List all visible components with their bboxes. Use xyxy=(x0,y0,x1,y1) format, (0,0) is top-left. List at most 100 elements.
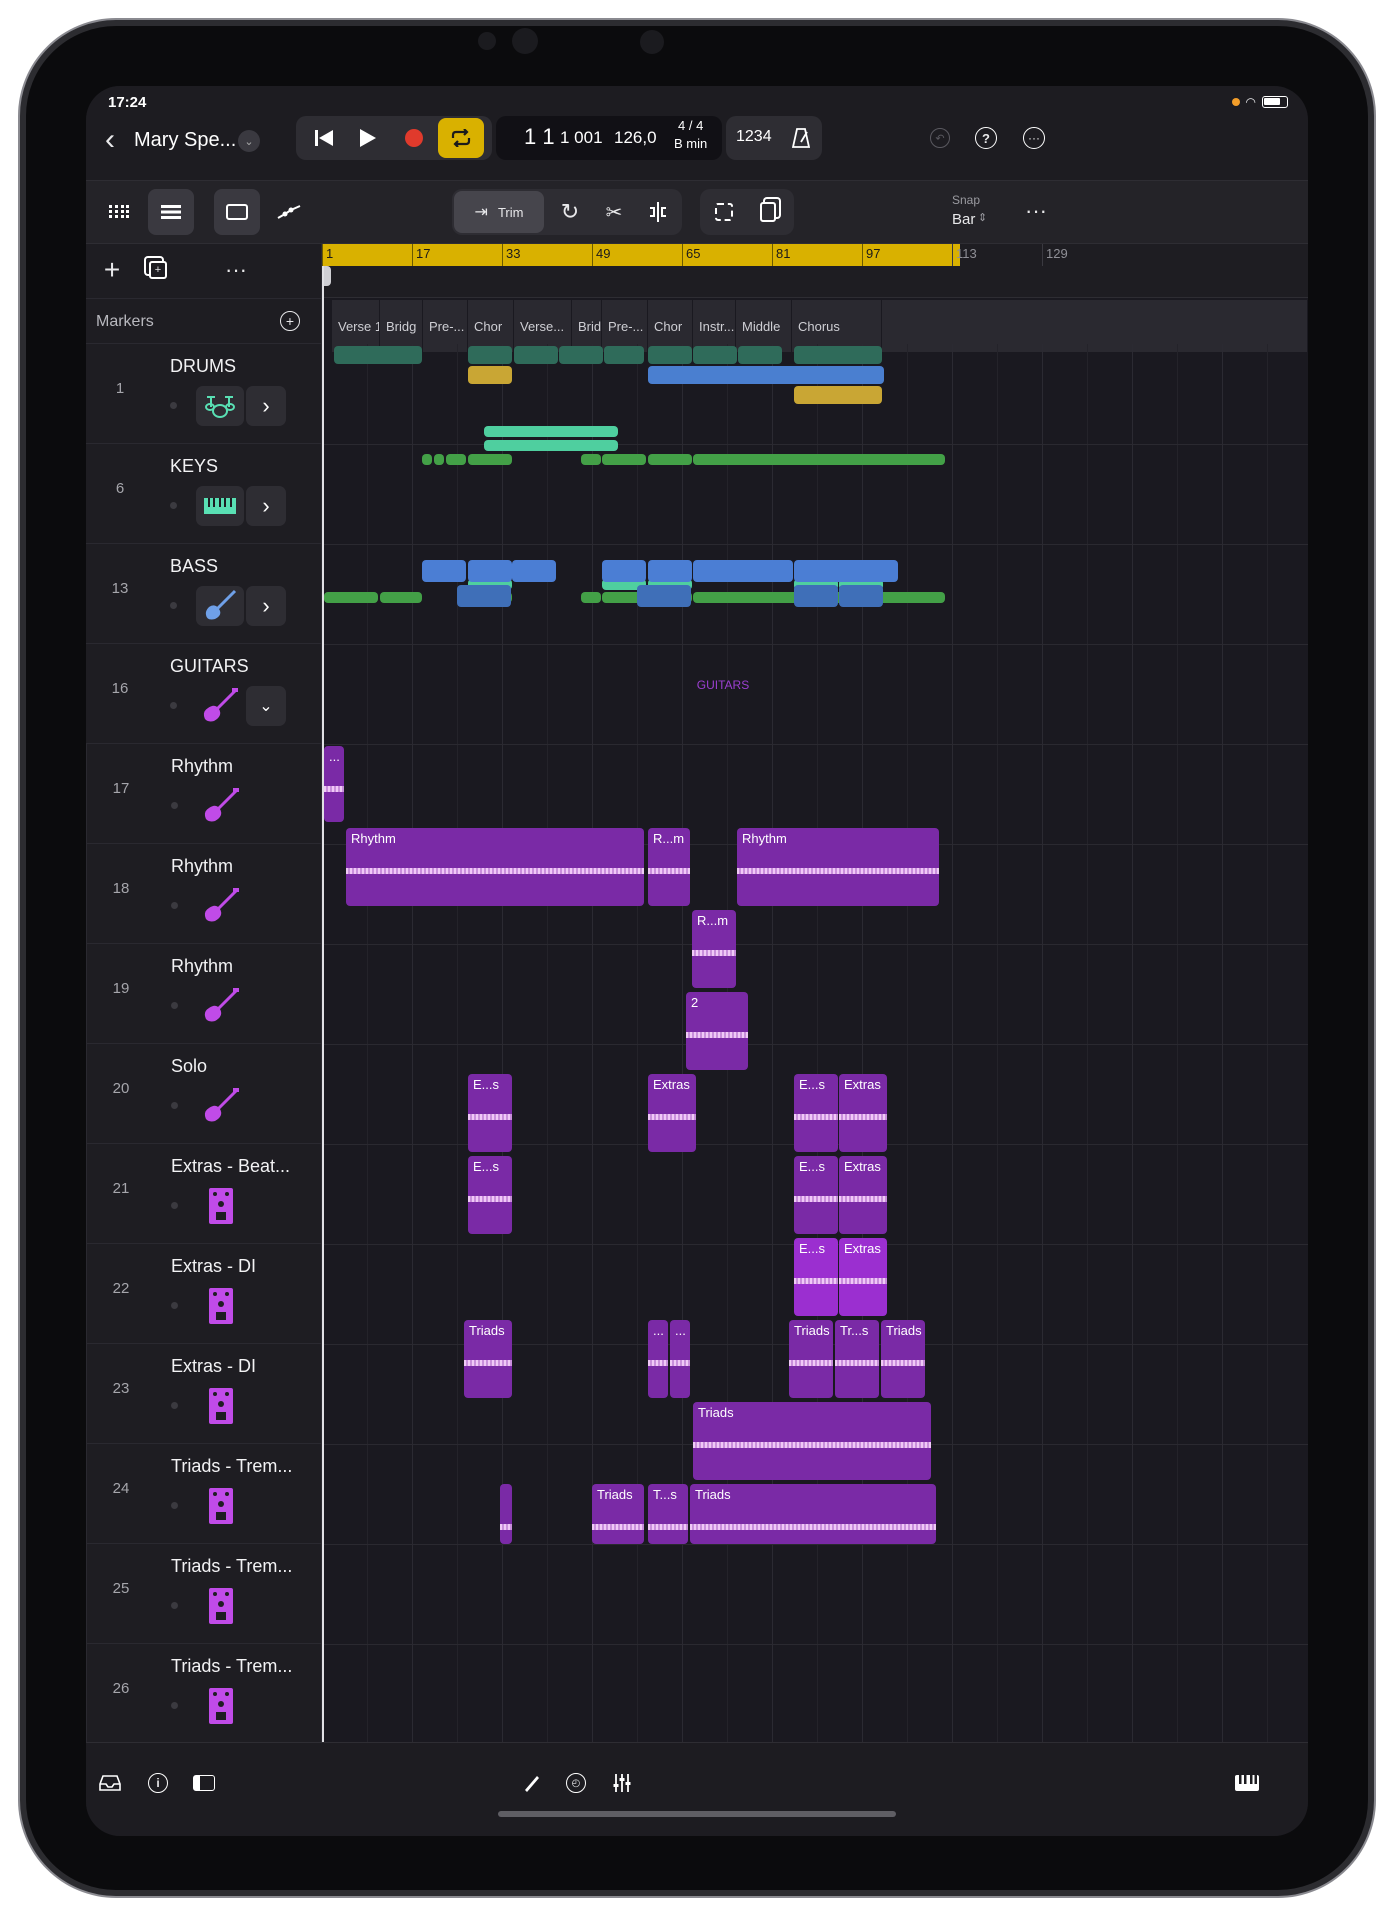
bass-region[interactable] xyxy=(468,560,512,582)
duplicate-icon[interactable]: + xyxy=(138,250,178,290)
cycle-icon[interactable] xyxy=(438,118,484,158)
drum-region[interactable] xyxy=(738,346,782,364)
audio-region[interactable]: E...s xyxy=(794,1238,838,1316)
audio-region[interactable]: T...s xyxy=(648,1484,688,1544)
inbox-icon[interactable] xyxy=(90,1763,130,1803)
keys-region[interactable] xyxy=(484,440,618,451)
audio-region[interactable] xyxy=(500,1484,512,1544)
track-header[interactable]: 23 Extras - DI xyxy=(86,1344,322,1444)
track-header[interactable]: 17 Rhythm xyxy=(86,744,322,844)
bass-region[interactable] xyxy=(512,560,556,582)
drum-region[interactable] xyxy=(604,346,644,364)
keys-region[interactable] xyxy=(446,454,466,465)
audio-region[interactable]: E...s xyxy=(468,1074,512,1152)
track-header[interactable]: 19 Rhythm xyxy=(86,944,322,1044)
guitar-icon[interactable] xyxy=(197,786,245,826)
back-button[interactable]: ‹ xyxy=(90,120,130,160)
pedal-icon[interactable] xyxy=(197,1486,245,1526)
audio-region[interactable]: Tr...s xyxy=(835,1320,879,1398)
tracks-view-icon[interactable] xyxy=(148,189,194,235)
guitar-icon[interactable] xyxy=(197,986,245,1026)
chevron-right-icon[interactable]: › xyxy=(246,486,286,526)
undo-icon[interactable]: ↶ xyxy=(922,120,958,156)
scissors-icon[interactable]: ✂ xyxy=(594,191,634,233)
guitar-icon[interactable] xyxy=(197,1086,245,1126)
track-header[interactable]: 21 Extras - Beat... xyxy=(86,1144,322,1244)
split-icon[interactable] xyxy=(638,191,678,233)
audio-region[interactable]: Triads xyxy=(693,1402,931,1480)
keys-region[interactable] xyxy=(581,592,601,603)
track-header[interactable]: 1 DRUMS › xyxy=(86,344,322,444)
track-header[interactable]: 18 Rhythm xyxy=(86,844,322,944)
loop-icon[interactable]: ↻ xyxy=(550,191,590,233)
bass-region[interactable] xyxy=(602,560,646,582)
guitar-icon[interactable] xyxy=(196,586,244,626)
pedal-icon[interactable] xyxy=(197,1186,245,1226)
audio-region[interactable]: R...m xyxy=(692,910,736,988)
rewind-icon[interactable] xyxy=(304,118,344,158)
drum-region[interactable] xyxy=(559,346,603,364)
timer-icon[interactable]: ◴ xyxy=(556,1763,596,1803)
keys-region[interactable] xyxy=(648,454,692,465)
keys-region[interactable] xyxy=(602,454,646,465)
toolbar-more-icon[interactable]: ··· xyxy=(1016,191,1056,231)
track-header[interactable]: 20 Solo xyxy=(86,1044,322,1144)
count-in-button[interactable]: 1234 xyxy=(736,128,772,146)
keys-region[interactable] xyxy=(484,426,618,437)
add-marker-button[interactable]: + xyxy=(280,311,300,331)
audio-region[interactable]: Extras xyxy=(839,1074,887,1152)
pedal-icon[interactable] xyxy=(197,1386,245,1426)
bass-region[interactable] xyxy=(422,560,466,582)
project-title[interactable]: Mary Spe... xyxy=(134,129,236,152)
audio-region[interactable]: ... xyxy=(324,746,344,822)
keyboard-icon[interactable] xyxy=(196,486,244,526)
keys-region[interactable] xyxy=(581,454,601,465)
audio-region[interactable]: 2 xyxy=(686,992,748,1070)
pencil-icon[interactable] xyxy=(512,1763,552,1803)
chevron-down-icon[interactable]: ⌄ xyxy=(246,686,286,726)
paste-icon[interactable] xyxy=(748,191,788,233)
more-icon[interactable]: ··· xyxy=(1016,120,1052,156)
audio-region[interactable]: Rhythm xyxy=(346,828,644,906)
play-icon[interactable] xyxy=(348,118,388,158)
track-header[interactable]: 26 Triads - Trem... xyxy=(86,1644,322,1742)
track-header[interactable]: 22 Extras - DI xyxy=(86,1244,322,1344)
drum-region[interactable] xyxy=(693,346,737,364)
drum-region[interactable] xyxy=(794,346,882,364)
audio-region[interactable]: E...s xyxy=(794,1156,838,1234)
audio-region[interactable]: Triads xyxy=(789,1320,833,1398)
snap-value[interactable]: Bar xyxy=(952,211,975,228)
keys-region[interactable] xyxy=(434,454,444,465)
audio-region[interactable]: Extras xyxy=(839,1238,887,1316)
drum-region[interactable] xyxy=(648,366,884,384)
audio-region[interactable]: ... xyxy=(648,1320,668,1398)
audio-region[interactable]: E...s xyxy=(468,1156,512,1234)
chevron-right-icon[interactable]: › xyxy=(246,386,286,426)
drum-region[interactable] xyxy=(648,346,692,364)
info-icon[interactable]: i xyxy=(138,1763,178,1803)
drum-kit-icon[interactable] xyxy=(196,386,244,426)
audio-region[interactable]: E...s xyxy=(794,1074,838,1152)
trim-button[interactable]: ⇥ Trim xyxy=(454,191,544,233)
drum-region[interactable] xyxy=(794,386,882,404)
keys-region[interactable] xyxy=(422,454,432,465)
metronome-icon[interactable] xyxy=(784,120,818,156)
audio-region[interactable]: Triads xyxy=(881,1320,925,1398)
piano-icon[interactable] xyxy=(1226,1763,1268,1803)
help-icon[interactable]: ? xyxy=(968,120,1004,156)
audio-region[interactable]: Extras xyxy=(648,1074,696,1152)
ruler[interactable]: 1 17 33 49 65 81 97 113 129 xyxy=(322,244,1308,298)
bass-region[interactable] xyxy=(457,585,511,607)
audio-region[interactable]: Rhythm xyxy=(737,828,939,906)
keys-region[interactable] xyxy=(324,592,378,603)
drum-region[interactable] xyxy=(468,366,512,384)
audio-region[interactable]: ... xyxy=(670,1320,690,1398)
automation-icon[interactable] xyxy=(266,189,312,235)
track-header[interactable]: 24 Triads - Trem... xyxy=(86,1444,322,1544)
bass-region[interactable] xyxy=(794,560,898,582)
keys-region[interactable] xyxy=(468,454,512,465)
audio-region[interactable]: Triads xyxy=(690,1484,936,1544)
project-menu-button[interactable]: ⌄ xyxy=(238,130,260,152)
bass-region[interactable] xyxy=(648,560,692,582)
drum-region[interactable] xyxy=(514,346,558,364)
